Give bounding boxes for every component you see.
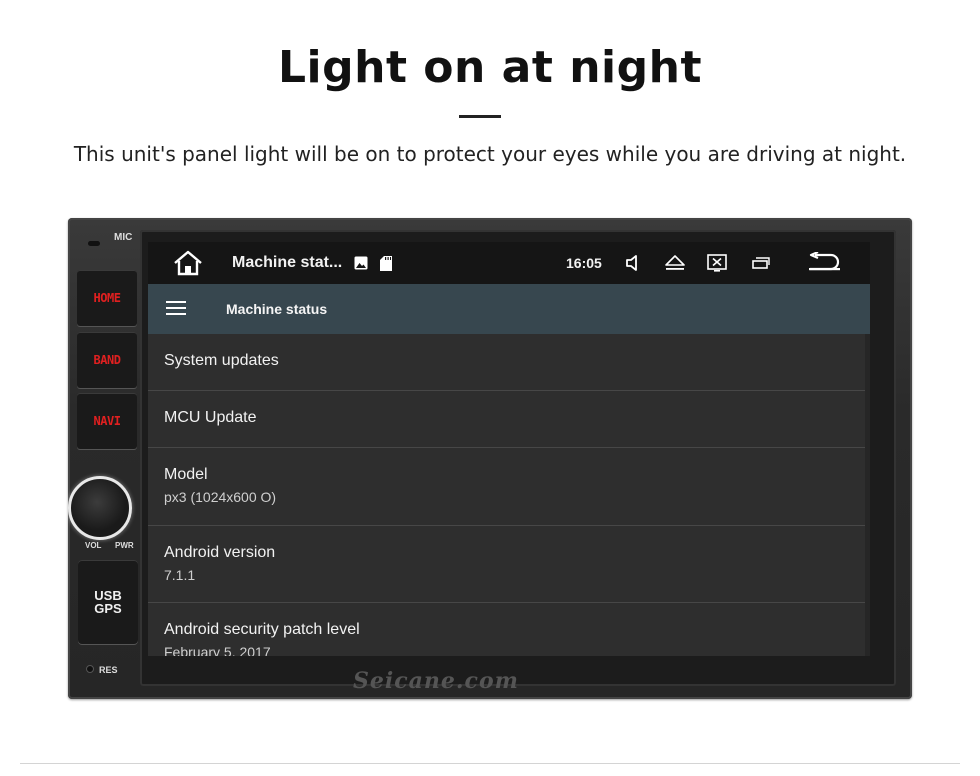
vol-label: VOL [85,541,102,550]
recent-apps-icon[interactable] [752,242,770,284]
list-item-subtitle: 7.1.1 [164,567,196,583]
list-item-mcu-update[interactable]: MCU Update [148,391,870,448]
list-item-subtitle: February 5, 2017 [164,644,271,656]
back-icon[interactable] [807,242,841,284]
action-bar: Machine status [148,284,870,334]
list-item-title: Model [164,466,208,483]
list-item-security-patch[interactable]: Android security patch level February 5,… [148,603,870,656]
list-item-title: MCU Update [164,409,257,426]
image-icon [354,242,368,284]
sd-card-icon [380,242,392,284]
list-item-title: System updates [164,352,279,369]
footer-divider [20,763,960,764]
status-title: Machine stat... [232,254,343,271]
scrollbar[interactable] [865,334,870,656]
list-item-model[interactable]: Model px3 (1024x600 O) [148,448,870,526]
pwr-label: PWR [115,541,134,550]
list-item-title: Android security patch level [164,621,360,638]
status-bar: Machine stat... 16:05 [148,242,870,284]
settings-list: System updates MCU Update Model px3 (102… [148,334,870,656]
mic-label: MIC [114,232,133,243]
list-item-subtitle: px3 (1024x600 O) [164,489,277,505]
headline-divider [459,115,501,118]
volume-power-knob[interactable] [68,476,132,540]
list-item-android-version[interactable]: Android version 7.1.1 [148,526,870,603]
volume-icon[interactable] [625,242,641,284]
headline: Light on at night [278,42,702,93]
mic-hole [88,241,100,246]
eject-icon[interactable] [664,242,686,284]
screen: Machine stat... 16:05 Machine status Sys… [148,242,870,656]
home-icon[interactable] [172,242,204,284]
action-bar-title: Machine status [226,301,328,317]
list-item-title: Android version [164,544,276,561]
reset-button[interactable] [86,665,94,673]
home-hardware-button[interactable]: HOME [77,270,137,326]
hamburger-menu-icon[interactable] [166,300,186,316]
res-label: RES [99,665,118,675]
list-item-system-updates[interactable]: System updates [148,334,870,391]
subheadline: This unit's panel light will be on to pr… [73,142,907,166]
usb-gps-cover[interactable]: USB GPS [78,560,138,644]
close-window-icon[interactable] [707,242,727,284]
navi-hardware-button[interactable]: NAVI [77,393,137,449]
gps-label: GPS [94,601,122,616]
clock: 16:05 [566,255,602,271]
band-hardware-button[interactable]: BAND [77,332,137,388]
brand-watermark: Seicane.com [353,668,519,694]
head-unit: MIC HOME BAND NAVI VOL PWR USB GPS RES M… [68,218,912,699]
